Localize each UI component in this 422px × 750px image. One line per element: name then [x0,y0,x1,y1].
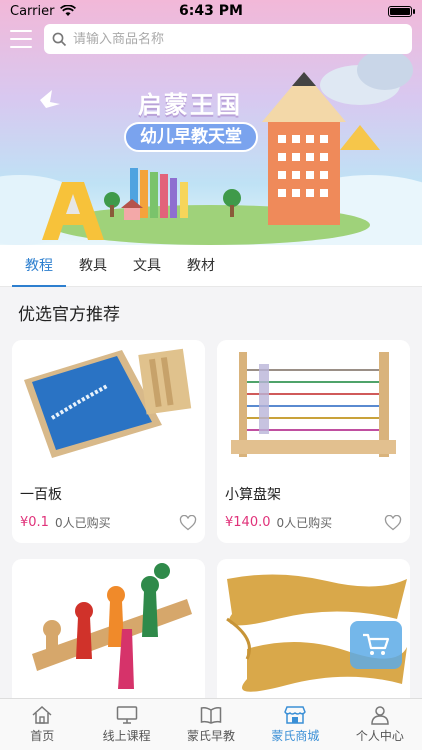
shop-icon [284,706,307,724]
home-icon [32,705,52,724]
product-card[interactable]: 小算盘架 ¥140.0 0人已购买 [217,340,410,543]
tab-teaching-aids[interactable]: 教具 [66,245,120,287]
status-bar: Carrier 6:43 PM [0,0,422,22]
tabbar-label: 蒙氏商城 [271,729,320,743]
tabbar-label: 蒙氏早教 [187,729,236,743]
wifi-icon [60,5,77,16]
product-card[interactable] [12,559,205,709]
tabbar-online-courses[interactable]: 线上课程 [84,699,168,750]
tabbar-label: 线上课程 [102,729,151,743]
book-icon [200,707,222,724]
shopping-cart-icon [363,633,390,655]
product-image [12,340,205,470]
tabbar-label: 首页 [30,729,55,743]
tabbar-home[interactable]: 首页 [0,699,84,750]
tab-textbooks[interactable]: 教材 [174,245,228,287]
product-name: 小算盘架 [225,487,281,503]
product-image [12,559,205,689]
top-header [0,22,422,56]
tab-stationery[interactable]: 文具 [120,245,174,287]
product-image [217,340,410,470]
tab-tutorial[interactable]: 教程 [12,245,66,287]
search-icon [52,32,67,46]
product-card[interactable]: 一百板 ¥0.1 0人已购买 [12,340,205,543]
favorite-heart-icon[interactable] [384,514,402,531]
banner-title: 启蒙王国 [138,91,242,119]
clock: 6:43 PM [179,3,243,19]
tabbar-shop[interactable]: 蒙氏商城 [253,699,337,750]
product-sold-count: 0人已购买 [276,516,333,530]
product-price: ¥140.0 [225,515,271,530]
banner-subtitle: 幼儿早教天堂 [124,122,258,152]
battery-icon [388,5,415,17]
product-name: 一百板 [20,487,62,503]
category-tabs: 教程 教具 文具 教材 [0,245,422,287]
search-input[interactable] [73,31,404,47]
monitor-icon [116,706,137,724]
tabbar-profile[interactable]: 个人中心 [338,699,422,750]
bottom-tab-bar: 首页 线上课程 蒙氏早教 蒙氏商城 个人中心 [0,698,422,750]
cart-button[interactable] [350,621,402,669]
tabbar-label: 个人中心 [355,729,404,743]
search-bar[interactable] [44,24,412,54]
section-title: 优选官方推荐 [18,305,120,325]
menu-button[interactable] [10,30,32,48]
tabbar-early-education[interactable]: 蒙氏早教 [169,699,253,750]
product-price: ¥0.1 [20,515,49,530]
product-sold-count: 0人已购买 [54,516,111,530]
user-icon [371,706,389,725]
carrier-label: Carrier [10,3,55,19]
favorite-heart-icon[interactable] [179,514,197,531]
